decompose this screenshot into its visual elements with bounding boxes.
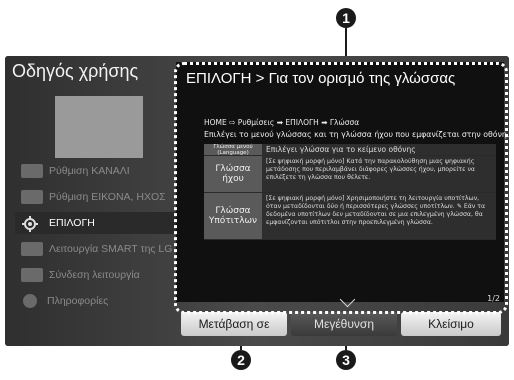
sidebar-item-channel[interactable]: Ρύθμιση ΚΑΝΑΛΙ [15,160,180,182]
highlight-frame [174,62,508,314]
close-button[interactable]: Κλείσιμο [401,312,501,336]
sidebar-item-label: Λειτουργία SMART της LG [49,243,173,255]
smart-icon [21,242,43,256]
sidebar-item-smart[interactable]: Λειτουργία SMART της LG [15,238,180,260]
callout-2: 2 [231,350,251,370]
picture-sound-icon [21,190,43,204]
goto-button[interactable]: Μετάβαση σε [181,312,287,336]
preview-thumbnail [55,96,143,158]
sidebar-item-picture-sound[interactable]: Ρύθμιση ΕΙΚΟΝΑ, ΗΧΟΣ [15,186,180,208]
gear-icon [21,216,43,232]
app-title: Οδηγός χρήσης [12,61,139,81]
sidebar-item-connection[interactable]: Σύνδεση λειτουργία [15,264,180,286]
connection-icon [21,268,43,282]
sidebar-item-option[interactable]: ΕΠΙΛΟΓΗ [15,212,180,234]
info-icon [23,294,37,308]
sidebar-item-label: Ρύθμιση ΕΙΚΟΝΑ, ΗΧΟΣ [49,191,166,203]
sidebar-item-info[interactable]: Πληροφορίες [15,290,180,312]
callout-3: 3 [336,350,356,370]
sidebar-item-label: Ρύθμιση ΚΑΝΑΛΙ [49,165,130,177]
zoom-button[interactable]: Μεγέθυνση [291,312,397,336]
sidebar-item-label: Πληροφορίες [47,295,109,307]
callout-1: 1 [336,8,356,28]
sidebar-item-label: Σύνδεση λειτουργία [49,269,140,281]
sidebar-item-label: ΕΠΙΛΟΓΗ [49,217,95,229]
channel-icon [21,164,43,178]
